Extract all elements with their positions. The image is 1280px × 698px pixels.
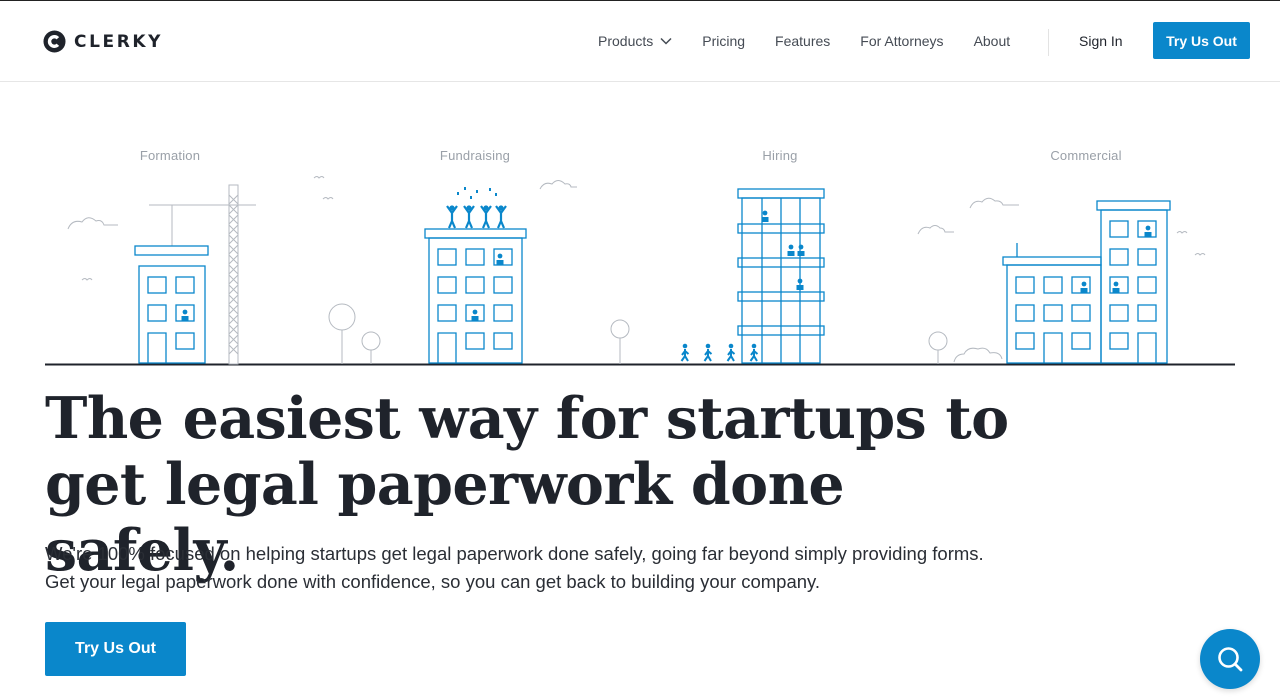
cityscape-illustration — [45, 176, 1235, 366]
sign-in-link[interactable]: Sign In — [1079, 33, 1123, 49]
clerky-logo-icon — [43, 30, 66, 53]
brand-name: CLERKY — [74, 31, 164, 52]
nav-products[interactable]: Products — [598, 33, 672, 49]
hero-headline-line1: The easiest way for startups to — [45, 385, 1009, 452]
hero-subcopy-line2: Get your legal paperwork done with confi… — [45, 571, 821, 592]
header-try-us-out-button[interactable]: Try Us Out — [1153, 22, 1250, 59]
help-chat-button[interactable] — [1200, 629, 1260, 689]
hero-subcopy: We're 100% focused on helping startups g… — [45, 540, 1145, 596]
nav-divider — [1048, 29, 1049, 56]
nav-about[interactable]: About — [974, 33, 1011, 49]
site-header: CLERKY Products Pricing Features For Att… — [0, 0, 1280, 82]
logo-link[interactable]: CLERKY — [43, 30, 163, 53]
hero-illustration: Formation Fundraising Hiring Commercial — [0, 82, 1280, 382]
nav-for-attorneys[interactable]: For Attorneys — [860, 33, 943, 49]
main-nav: Products Pricing Features For Attorneys … — [598, 33, 1040, 49]
chevron-down-icon — [660, 37, 672, 45]
hero-try-us-out-button[interactable]: Try Us Out — [45, 622, 186, 676]
nav-pricing[interactable]: Pricing — [702, 33, 745, 49]
search-chat-icon — [1218, 647, 1243, 672]
hero-subcopy-line1: We're 100% focused on helping startups g… — [45, 543, 984, 564]
nav-products-label: Products — [598, 33, 654, 49]
nav-features[interactable]: Features — [775, 33, 830, 49]
